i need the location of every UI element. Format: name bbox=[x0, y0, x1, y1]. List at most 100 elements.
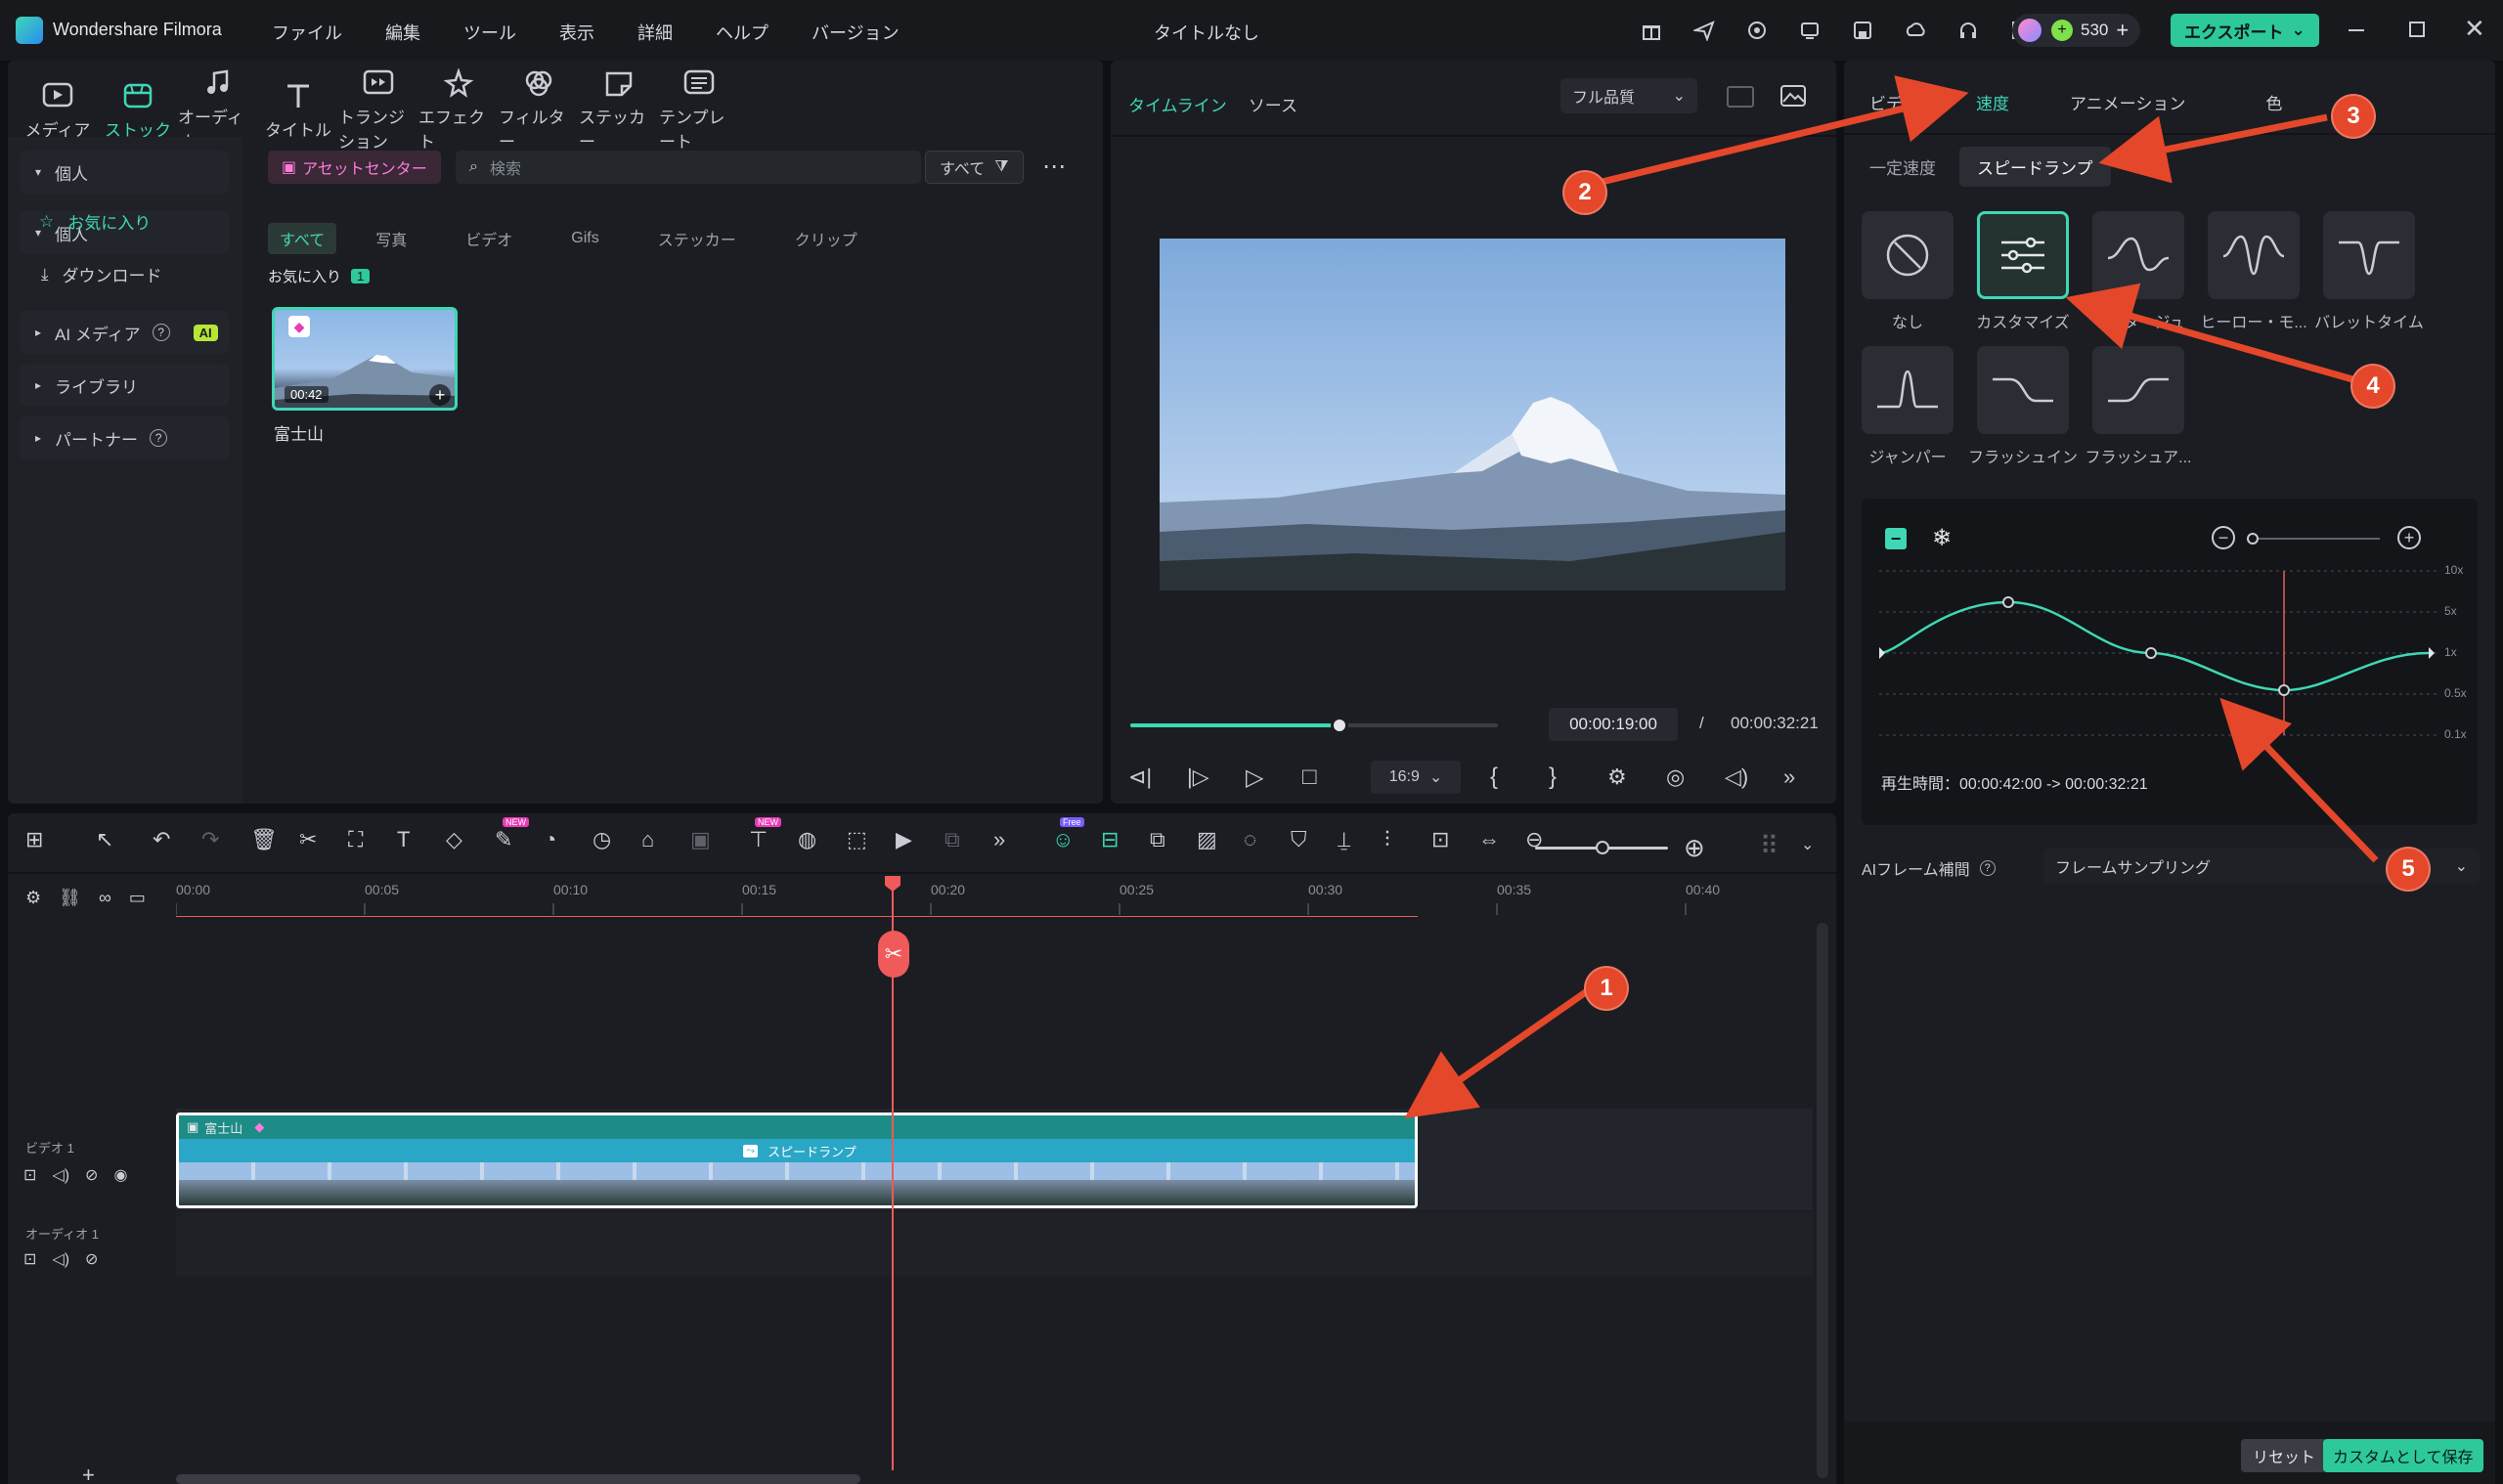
restore-icon[interactable] bbox=[2409, 22, 2425, 37]
settings-gear-icon[interactable]: ⚙ bbox=[1607, 764, 1666, 790]
menu-file[interactable]: ファイル bbox=[272, 20, 342, 45]
tool-template[interactable]: テンプレート bbox=[659, 68, 739, 153]
tool-filter[interactable]: フィルター bbox=[499, 68, 579, 153]
timeline-horizontal-scrollbar[interactable] bbox=[176, 1474, 860, 1484]
timeline-vertical-scrollbar[interactable] bbox=[1817, 923, 1828, 1478]
lock-icon[interactable]: ⊡ bbox=[23, 1165, 36, 1185]
chip-sticker[interactable]: ステッカー bbox=[658, 227, 736, 250]
ai-select-icon[interactable]: ⬚ bbox=[847, 827, 896, 852]
image-edit-icon[interactable]: ▨ bbox=[1197, 827, 1244, 852]
credits-pill[interactable]: + 530 + bbox=[2012, 14, 2141, 47]
tab-source[interactable]: ソース bbox=[1249, 92, 1297, 116]
chip-gifs[interactable]: Gifs bbox=[571, 230, 598, 247]
save-as-custom-button[interactable]: カスタムとして保存 bbox=[2323, 1439, 2483, 1472]
step-back-icon[interactable]: |▷ bbox=[1187, 764, 1246, 790]
more-tools-icon[interactable]: » bbox=[993, 827, 1052, 852]
headset-icon[interactable] bbox=[1955, 18, 1981, 43]
tool-effect[interactable]: エフェクト bbox=[418, 68, 499, 153]
timer-icon[interactable]: ◷ bbox=[593, 827, 641, 852]
current-time[interactable]: 00:00:19:00 bbox=[1549, 708, 1678, 741]
playback-scrubber[interactable] bbox=[1331, 717, 1349, 734]
close-icon[interactable]: ✕ bbox=[2464, 14, 2485, 44]
preset-montage[interactable] bbox=[2092, 211, 2184, 299]
speed-ramp-bar[interactable]: ⤳ スピードランプ bbox=[179, 1139, 1415, 1162]
lock-icon[interactable]: ⊡ bbox=[23, 1249, 36, 1269]
track-settings-icon[interactable]: ⚙ bbox=[25, 888, 41, 908]
tab-timeline[interactable]: タイムライン bbox=[1128, 92, 1227, 116]
timeline-settings-icon[interactable]: ⠿ bbox=[1760, 831, 1778, 861]
monitor-icon[interactable] bbox=[1797, 18, 1822, 43]
tool-media[interactable]: メディア bbox=[18, 81, 98, 141]
split-scissors-icon[interactable]: ✂ bbox=[878, 931, 909, 978]
reset-button[interactable]: リセット bbox=[2241, 1439, 2328, 1472]
snapshot-camera-icon[interactable]: ◎ bbox=[1666, 764, 1725, 790]
cloud-upload-icon[interactable] bbox=[1903, 18, 1928, 43]
speed-dial-icon[interactable]: ◔ bbox=[544, 827, 593, 852]
ai-video-icon[interactable]: ▶ bbox=[896, 827, 944, 852]
detach-icon[interactable]: ⧉ bbox=[944, 827, 993, 852]
filter-dropdown[interactable]: すべて ⧩ bbox=[925, 151, 1024, 184]
microphone-icon[interactable]: ⍊ bbox=[1338, 827, 1384, 852]
play-icon[interactable]: ▷ bbox=[1246, 764, 1302, 792]
search-input[interactable]: ⌕ 検索 bbox=[456, 151, 921, 184]
menu-view[interactable]: 表示 bbox=[559, 20, 594, 45]
render-icon[interactable]: ▣ bbox=[690, 827, 749, 852]
tab-color[interactable]: 色 bbox=[2265, 90, 2282, 114]
shield-icon[interactable]: ⛉ bbox=[1291, 827, 1338, 852]
select-cursor-icon[interactable]: ↖ bbox=[96, 827, 153, 852]
audio-mixer-icon[interactable]: ⫶ bbox=[1384, 827, 1431, 852]
fit-timeline-icon[interactable]: ⇔ bbox=[1478, 827, 1525, 852]
timeline-zoom-knob[interactable] bbox=[1596, 841, 1609, 854]
prev-frame-icon[interactable]: ⊲| bbox=[1128, 764, 1187, 790]
aspect-ratio-dropdown[interactable]: 16:9 ⌄ bbox=[1371, 761, 1461, 794]
more-options-icon[interactable]: ⋯ bbox=[1042, 153, 1066, 181]
menu-advanced[interactable]: 詳細 bbox=[637, 20, 673, 45]
send-icon[interactable] bbox=[1691, 18, 1717, 43]
track-manager-icon[interactable]: ▭ bbox=[129, 888, 146, 908]
save-icon[interactable] bbox=[1850, 18, 1875, 43]
timeline-ruler[interactable] bbox=[176, 878, 1819, 917]
unlink-icon[interactable]: ⛓ bbox=[59, 888, 81, 908]
sidebar-item-library[interactable]: ▸ ライブラリ bbox=[20, 364, 229, 407]
ai-text-icon[interactable]: ⊤ NEW bbox=[749, 817, 798, 852]
quality-dropdown[interactable]: フル品質 ⌄ bbox=[1560, 78, 1697, 113]
subtitle-icon[interactable]: ⊟ bbox=[1101, 827, 1150, 852]
minimize-icon[interactable] bbox=[2349, 29, 2364, 31]
mute-icon[interactable]: ⊘ bbox=[85, 1165, 98, 1185]
layers-icon[interactable]: ⧉ bbox=[1150, 827, 1197, 852]
sidebar-item-partner[interactable]: ▸ パートナー? bbox=[20, 416, 229, 459]
ai-color-icon[interactable]: ◍ bbox=[798, 827, 847, 852]
video-clip[interactable]: ▣ 富士山 ◆ ⤳ スピードランプ bbox=[176, 1113, 1418, 1208]
chevron-down-icon[interactable]: ⌄ bbox=[1801, 835, 1814, 854]
help-icon[interactable]: ? bbox=[150, 429, 168, 447]
add-to-timeline-icon[interactable]: + bbox=[429, 384, 451, 406]
media-thumbnail[interactable]: ◆ 00:42 + bbox=[272, 307, 458, 411]
menu-help[interactable]: ヘルプ bbox=[716, 20, 768, 45]
mute-icon[interactable]: ⊘ bbox=[85, 1249, 98, 1269]
chip-video[interactable]: ビデオ bbox=[465, 227, 512, 250]
tag-icon[interactable]: ⌂ bbox=[641, 827, 690, 852]
timeline-zoom-in-icon[interactable]: ⊕ bbox=[1684, 833, 1705, 863]
sidebar-personal-header[interactable]: ▾ 個人 bbox=[20, 151, 229, 194]
cut-scissors-icon[interactable]: ✂ bbox=[299, 827, 348, 852]
crop-icon[interactable]: ⛶ bbox=[348, 827, 397, 852]
tool-transition[interactable]: トランジション bbox=[338, 68, 418, 153]
tab-animation[interactable]: アニメーション bbox=[2070, 90, 2185, 114]
volume-icon[interactable]: ◁) bbox=[52, 1165, 69, 1185]
tab-speed[interactable]: 速度 bbox=[1976, 90, 2009, 114]
sidebar-item-download[interactable]: ⤓ ダウンロード bbox=[41, 262, 162, 286]
subtab-uniform-speed[interactable]: 一定速度 bbox=[1862, 147, 1944, 187]
add-track-icon[interactable]: + bbox=[82, 1462, 95, 1484]
link-icon[interactable]: ∞ bbox=[99, 888, 111, 908]
tool-title[interactable]: タイトル bbox=[258, 81, 338, 141]
tool-stock[interactable]: ストック bbox=[98, 81, 178, 141]
preset-flash-out[interactable] bbox=[2092, 346, 2184, 434]
menu-edit[interactable]: 編集 bbox=[385, 20, 420, 45]
gift-icon[interactable] bbox=[1639, 18, 1664, 43]
tab-video[interactable]: ビデオ bbox=[1869, 90, 1919, 114]
tool-sticker[interactable]: ステッカー bbox=[579, 68, 659, 153]
snapshot-icon[interactable]: ⊡ bbox=[1431, 827, 1478, 852]
eye-icon[interactable]: ◉ bbox=[113, 1165, 127, 1185]
preset-flash-in[interactable] bbox=[1977, 346, 2069, 434]
chip-clip[interactable]: クリップ bbox=[795, 227, 857, 250]
